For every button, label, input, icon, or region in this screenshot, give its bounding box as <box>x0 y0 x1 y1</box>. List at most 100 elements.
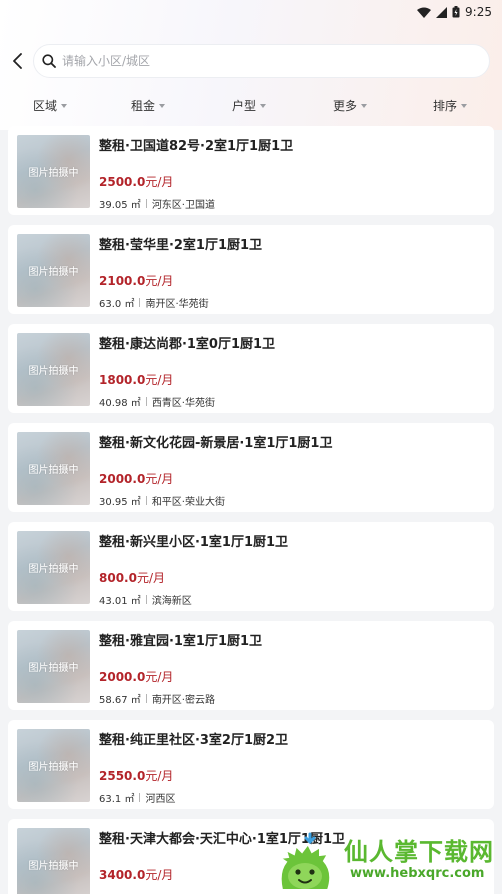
price-unit: 元/月 <box>145 868 174 882</box>
listing-location: 河西区 <box>145 794 176 805</box>
listing-thumbnail: 图片拍摄中 <box>17 234 90 307</box>
listing-location: 南开区·密云路 <box>151 695 215 706</box>
wifi-icon <box>417 7 432 18</box>
listing-area: 30.95 ㎡ <box>99 497 141 508</box>
listing-title: 整租·新兴里小区·1室1厅1厨1卫 <box>99 535 289 550</box>
back-button[interactable] <box>6 48 30 74</box>
thumbnail-label: 图片拍摄中 <box>28 564 79 575</box>
listing-price: 2000.0元/月 <box>99 470 173 487</box>
listing-card[interactable]: 图片拍摄中 整租·雅宜园·1室1厅1厨1卫 2000.0元/月 58.67 ㎡南… <box>8 621 494 710</box>
caret-down-icon <box>461 103 468 108</box>
listing-area: 40.98 ㎡ <box>99 398 141 409</box>
battery-icon <box>452 6 460 18</box>
listing-thumbnail: 图片拍摄中 <box>17 333 90 406</box>
filter-label: 区域 <box>33 98 58 113</box>
filter-label: 更多 <box>333 98 358 113</box>
filter-label: 排序 <box>433 98 458 113</box>
listing-price: 2100.0元/月 <box>99 272 173 289</box>
listing-card[interactable]: 图片拍摄中 整租·卫国道82号·2室1厅1厨1卫 2500.0元/月 39.05… <box>8 126 494 215</box>
price-unit: 元/月 <box>145 373 174 387</box>
listing-area: 58.67 ㎡ <box>99 695 141 706</box>
caret-down-icon <box>260 103 267 108</box>
filter-sort[interactable]: 排序 <box>433 94 468 116</box>
filter-rent[interactable]: 租金 <box>131 94 166 116</box>
listing-area: 63.1 ㎡ <box>99 794 135 805</box>
listing-location: 滨海新区 <box>151 596 192 607</box>
listing-area: 63.0 ㎡ <box>99 299 135 310</box>
divider <box>145 496 147 505</box>
listing-area: 43.01 ㎡ <box>99 596 141 607</box>
watermark: 仙人掌下载网 www.hebxqrc.com <box>272 832 502 894</box>
listing-location: 河东区·卫国道 <box>151 200 215 211</box>
listing-title: 整租·新文化花园-新景居·1室1厅1厨1卫 <box>99 436 333 451</box>
divider <box>145 694 147 703</box>
listing-thumbnail: 图片拍摄中 <box>17 630 90 703</box>
price-unit: 元/月 <box>145 175 174 189</box>
divider <box>145 199 147 208</box>
listing-price: 3400.0元/月 <box>99 866 173 883</box>
watermark-url: www.hebxqrc.com <box>350 866 485 881</box>
listing-location: 西青区·华苑街 <box>151 398 215 409</box>
listing-price: 2000.0元/月 <box>99 668 173 685</box>
listing-title: 整租·康达尚郡·1室0厅1厨1卫 <box>99 337 276 352</box>
listing-price: 2550.0元/月 <box>99 767 173 784</box>
price-value: 2000.0 <box>99 472 146 486</box>
filter-more[interactable]: 更多 <box>333 94 368 116</box>
thumbnail-label: 图片拍摄中 <box>28 762 79 773</box>
price-unit: 元/月 <box>145 274 174 288</box>
listing-card[interactable]: 图片拍摄中 整租·康达尚郡·1室0厅1厨1卫 1800.0元/月 40.98 ㎡… <box>8 324 494 413</box>
price-unit: 元/月 <box>145 670 174 684</box>
listing-title: 整租·纯正里社区·3室2厅1厨2卫 <box>99 733 289 748</box>
listing-thumbnail: 图片拍摄中 <box>17 729 90 802</box>
listing-card[interactable]: 图片拍摄中 整租·新兴里小区·1室1厅1厨1卫 800.0元/月 43.01 ㎡… <box>8 522 494 611</box>
listing-location: 南开区·华苑街 <box>145 299 209 310</box>
price-unit: 元/月 <box>145 769 174 783</box>
filter-region[interactable]: 区域 <box>33 94 68 116</box>
status-time: 9:25 <box>465 5 492 19</box>
divider <box>145 595 147 604</box>
filter-bar: 区域 租金 户型 更多 排序 <box>0 94 502 116</box>
listing-title: 整租·雅宜园·1室1厅1厨1卫 <box>99 634 263 649</box>
chevron-left-icon <box>13 53 22 69</box>
thumbnail-label: 图片拍摄中 <box>28 861 79 872</box>
divider <box>145 397 147 406</box>
listing-thumbnail: 图片拍摄中 <box>17 432 90 505</box>
price-value: 2550.0 <box>99 769 146 783</box>
listing-location: 和平区·荣业大街 <box>151 497 225 508</box>
search-icon <box>42 54 56 68</box>
listing-meta: 63.1 ㎡河西区 <box>99 790 175 805</box>
status-bar: 9:25 <box>0 0 502 24</box>
cactus-logo-icon <box>277 832 332 891</box>
listing-card[interactable]: 图片拍摄中 整租·莹华里·2室1厅1厨1卫 2100.0元/月 63.0 ㎡南开… <box>8 225 494 314</box>
filter-layout[interactable]: 户型 <box>232 94 267 116</box>
price-value: 2000.0 <box>99 670 146 684</box>
price-value: 2100.0 <box>99 274 146 288</box>
price-value: 3400.0 <box>99 868 146 882</box>
search-input[interactable] <box>62 54 462 68</box>
price-value: 1800.0 <box>99 373 146 387</box>
caret-down-icon <box>61 103 68 108</box>
price-value: 800.0 <box>99 571 137 585</box>
signal-icon <box>436 6 448 18</box>
search-box[interactable] <box>33 44 490 78</box>
listing-title: 整租·莹华里·2室1厅1厨1卫 <box>99 238 263 253</box>
listing-price: 800.0元/月 <box>99 569 165 586</box>
search-row <box>0 42 502 80</box>
listing-meta: 43.01 ㎡滨海新区 <box>99 592 192 607</box>
listing-thumbnail: 图片拍摄中 <box>17 828 90 894</box>
listing-area: 39.05 ㎡ <box>99 200 141 211</box>
caret-down-icon <box>159 103 166 108</box>
price-unit: 元/月 <box>145 472 174 486</box>
watermark-name: 仙人掌下载网 <box>344 838 494 866</box>
listing-meta: 58.67 ㎡南开区·密云路 <box>99 691 215 706</box>
divider <box>139 793 141 802</box>
listing-meta: 30.95 ㎡和平区·荣业大街 <box>99 493 225 508</box>
listing-card[interactable]: 图片拍摄中 整租·纯正里社区·3室2厅1厨2卫 2550.0元/月 63.1 ㎡… <box>8 720 494 809</box>
listing-card[interactable]: 图片拍摄中 整租·新文化花园-新景居·1室1厅1厨1卫 2000.0元/月 30… <box>8 423 494 512</box>
thumbnail-label: 图片拍摄中 <box>28 465 79 476</box>
divider <box>139 298 141 307</box>
listing-thumbnail: 图片拍摄中 <box>17 531 90 604</box>
thumbnail-label: 图片拍摄中 <box>28 366 79 377</box>
filter-label: 户型 <box>232 98 257 113</box>
listing-meta: 39.05 ㎡河东区·卫国道 <box>99 196 215 211</box>
